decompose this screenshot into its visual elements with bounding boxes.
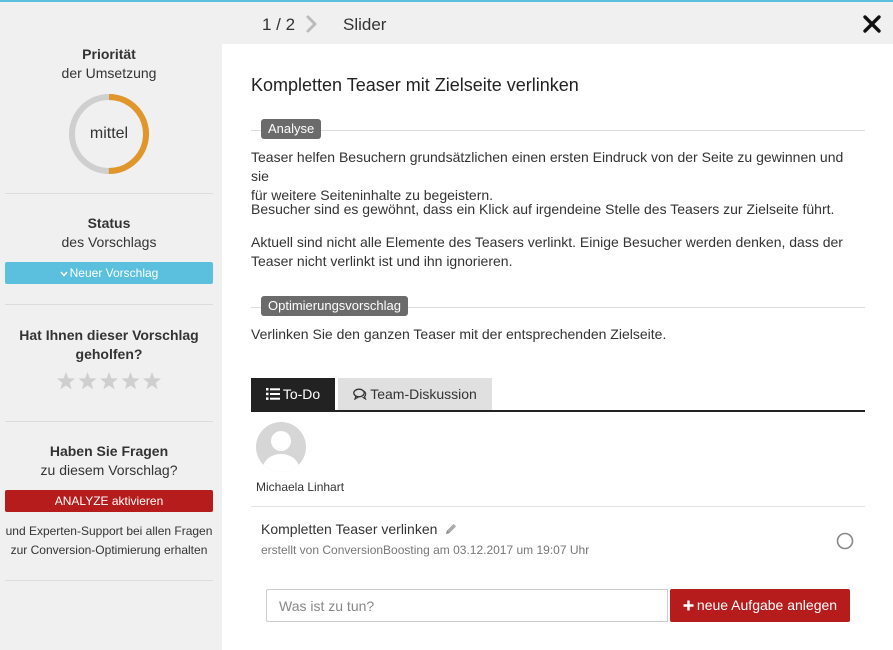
status-title: Status	[87, 215, 131, 231]
task-meta: erstellt von ConversionBoosting am 03.12…	[261, 543, 590, 557]
pager-counter: 1 / 2	[262, 15, 296, 34]
star-rating	[56, 372, 162, 390]
questions-title: Haben Sie Fragen	[49, 443, 169, 459]
priority-subtitle: der Umsetzung	[61, 65, 157, 81]
plus-icon	[683, 600, 694, 611]
new-task-input[interactable]	[266, 589, 668, 622]
star-icon[interactable]	[99, 372, 119, 390]
star-icon[interactable]	[78, 372, 97, 390]
paragraph-line: Teaser helfen Besuchern grundsätzlichen …	[251, 149, 844, 184]
tabs-underline	[251, 410, 865, 412]
avatar-icon	[256, 422, 306, 472]
questions-note: und Experten-Support bei allen Fragen zu…	[5, 522, 213, 560]
tab-team-discussion[interactable]: Team-Diskussion	[338, 378, 492, 410]
star-icon[interactable]	[56, 372, 76, 390]
analysis-paragraph-3: Aktuell sind nicht alle Elemente des Tea…	[251, 233, 865, 271]
comments-icon	[353, 388, 367, 401]
note-line2: zur Conversion-Optimierung erhalten	[10, 543, 208, 557]
status-subtitle: des Vorschlags	[61, 234, 157, 250]
chevron-down-icon	[60, 271, 68, 277]
rating-title-line1: Hat Ihnen dieser Vorschlag	[19, 327, 199, 343]
priority-section: Priorität der Umsetzung	[5, 46, 213, 81]
suggestion-text: Verlinken Sie den ganzen Teaser mit der …	[251, 326, 667, 342]
close-icon[interactable]	[860, 12, 884, 36]
priority-title: Priorität	[82, 46, 136, 62]
status-section: Status des Vorschlags	[5, 215, 213, 250]
questions-section: Haben Sie Fragen zu diesem Vorschlag?	[5, 443, 213, 478]
page-title: Kompletten Teaser mit Zielseite verlinke…	[251, 75, 579, 95]
questions-subtitle: zu diesem Vorschlag?	[40, 462, 178, 478]
task-title: Kompletten Teaser verlinken	[261, 521, 438, 537]
star-icon[interactable]	[121, 372, 140, 390]
pencil-edit-icon[interactable]	[444, 522, 458, 536]
rating-title-line2: geholfen?	[75, 346, 143, 362]
task-complete-radio[interactable]	[836, 532, 854, 550]
list-icon	[265, 388, 280, 400]
tab-team-label: Team-Diskussion	[370, 386, 477, 402]
paragraph-line: Aktuell sind nicht alle Elemente des Tea…	[251, 234, 843, 250]
divider	[5, 193, 213, 194]
rating-section: Hat Ihnen dieser Vorschlag geholfen?	[5, 326, 213, 364]
tab-todo[interactable]: To-Do	[251, 378, 335, 410]
task-divider	[251, 506, 865, 507]
tab-todo-label: To-Do	[282, 386, 321, 402]
divider	[5, 580, 213, 581]
add-task-label: neue Aufgabe anlegen	[696, 597, 838, 613]
paragraph-line: Teaser nicht verlinkt ist und ihn ignori…	[251, 253, 513, 269]
divider	[5, 421, 213, 422]
analysis-tag: Analyse	[261, 119, 322, 139]
analysis-paragraph-1: Teaser helfen Besuchern grundsätzlichen …	[251, 148, 865, 205]
sidebar: Priorität der Umsetzung mittel Status de…	[0, 44, 220, 650]
breadcrumb-title: Slider	[343, 15, 387, 34]
note-line1: und Experten-Support bei allen Fragen	[5, 524, 213, 538]
analyze-activate-button[interactable]: ANALYZE aktivieren	[5, 490, 213, 512]
author-name: Michaela Linhart	[256, 480, 345, 494]
status-dropdown-button[interactable]: Neuer Vorschlag	[5, 262, 213, 284]
priority-value: mittel	[89, 125, 129, 142]
analysis-paragraph-2: Besucher sind es gewöhnt, dass ein Klick…	[251, 201, 835, 217]
top-bar: 1 / 2 Slider	[0, 2, 893, 44]
status-button-label: Neuer Vorschlag	[69, 266, 159, 280]
star-icon[interactable]	[142, 372, 162, 390]
chevron-right-icon[interactable]	[304, 13, 320, 35]
main-panel: Kompletten Teaser mit Zielseite verlinke…	[222, 44, 893, 650]
section-divider	[251, 130, 865, 131]
add-task-button[interactable]: neue Aufgabe anlegen	[670, 589, 850, 622]
suggestion-tag: Optimierungsvorschlag	[261, 296, 408, 316]
divider	[5, 304, 213, 305]
